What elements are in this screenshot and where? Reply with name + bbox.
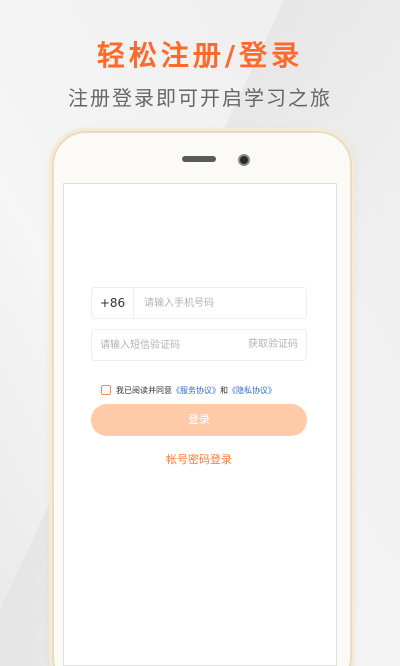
password-login-link[interactable]: 帐号密码登录 [91,451,307,467]
phone-speaker [182,156,216,162]
phone-camera-icon [238,154,250,166]
get-code-button[interactable]: 获取验证码 [248,330,298,360]
phone-input[interactable] [144,288,304,318]
phone-field: +86 [91,287,307,319]
agreement-checkbox[interactable] [101,385,111,395]
privacy-agreement-link[interactable]: 《隐私协议》 [228,385,276,396]
sms-code-field: 获取验证码 [91,329,307,361]
agreement-prefix: 我已阅读并同意 [116,385,172,395]
promo-subtitle: 注册登录即可开启学习之旅 [68,86,332,110]
sms-code-input[interactable] [100,330,240,360]
agreement-and: 和 [220,385,228,395]
agreement-row: 我已阅读并同意 《服务协议》 和 《隐私协议》 [101,384,276,396]
country-code-selector[interactable]: +86 [92,288,134,318]
promo-title: 轻松注册/登录 [96,39,304,72]
login-button[interactable]: 登录 [91,404,307,436]
service-agreement-link[interactable]: 《服务协议》 [172,385,220,396]
